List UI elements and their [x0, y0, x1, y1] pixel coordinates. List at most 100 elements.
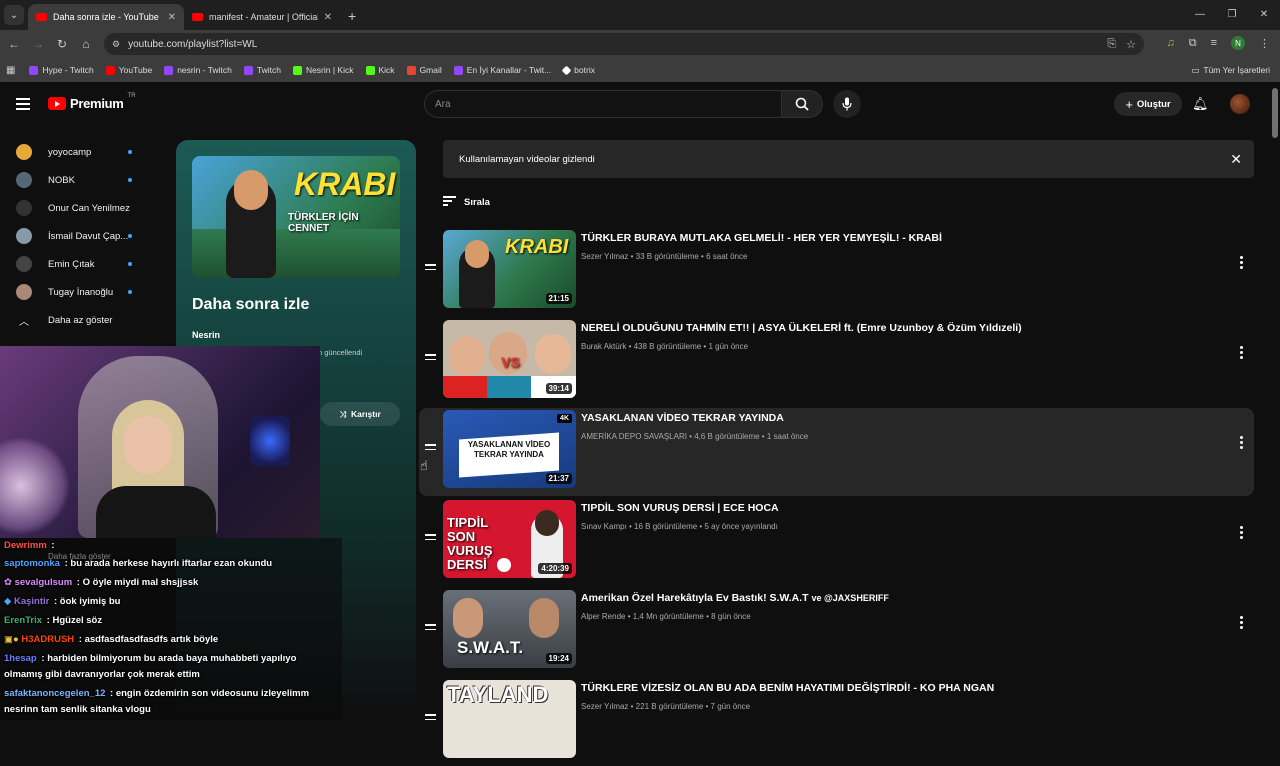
- playlist-owner[interactable]: Nesrin: [192, 330, 220, 340]
- video-thumbnail[interactable]: YASAKLANAN VİDEO TEKRAR YAYINDA 4K 21:37: [443, 410, 576, 488]
- browser-tab[interactable]: manifest - Amateur | Official M ✕: [184, 4, 340, 30]
- more-options-icon[interactable]: [1240, 436, 1244, 451]
- bookmark-item[interactable]: Kick: [365, 65, 395, 75]
- chat-message: ▣● H3ADRUSH : asdfasdfasdfasdfs artık bö…: [4, 634, 219, 645]
- video-row[interactable]: TAYLAND TÜRKLERE VİZESİZ OLAN BU ADA BEN…: [419, 678, 1254, 766]
- video-title[interactable]: YASAKLANAN VİDEO TEKRAR YAYINDA: [581, 412, 784, 424]
- video-thumbnail[interactable]: KRABI 21:15: [443, 230, 576, 308]
- more-options-icon[interactable]: [1240, 256, 1244, 271]
- sort-button[interactable]: Sırala: [443, 196, 490, 208]
- maximize-icon[interactable]: ❐: [1216, 0, 1248, 28]
- video-row[interactable]: VS 39:14 NERELİ OLDUĞUNU TAHMİN ET!! | A…: [419, 318, 1254, 406]
- close-window-icon[interactable]: ✕: [1248, 0, 1280, 28]
- close-icon[interactable]: ✕: [1230, 151, 1242, 168]
- video-row-hovered[interactable]: YASAKLANAN VİDEO TEKRAR YAYINDA 4K 21:37…: [419, 408, 1254, 496]
- tab-search-button[interactable]: ⌄: [4, 5, 24, 25]
- bookmark-item[interactable]: YouTube: [105, 65, 152, 75]
- sidebar-item-onur-can[interactable]: Onur Can Yenilmez: [0, 194, 160, 222]
- search-button[interactable]: [781, 90, 823, 118]
- profile-avatar[interactable]: N: [1231, 36, 1245, 50]
- all-bookmarks[interactable]: ▭ Tüm Yer İşaretleri: [1191, 65, 1270, 76]
- bookmark-item[interactable]: Gmail: [406, 65, 442, 75]
- create-button[interactable]: + Oluştur: [1114, 92, 1182, 116]
- microphone-icon: [842, 97, 852, 111]
- browser-tab-active[interactable]: Daha sonra izle - YouTube ✕: [28, 4, 184, 30]
- home-icon[interactable]: ⌂: [74, 37, 98, 51]
- video-row[interactable]: TIPDİL SON VURUŞ DERSİ 4:20:39 TIPDİL SO…: [419, 498, 1254, 586]
- extension-puzzle-icon[interactable]: ⧉: [1189, 37, 1197, 50]
- more-options-icon[interactable]: [1240, 346, 1244, 361]
- reading-list-icon[interactable]: ≡: [1211, 37, 1217, 49]
- bookmark-item[interactable]: Hype - Twitch: [29, 65, 94, 75]
- tab-close-icon[interactable]: ✕: [324, 12, 332, 23]
- account-avatar[interactable]: [1230, 94, 1250, 114]
- chat-user: ErenTrix: [4, 615, 43, 626]
- search-input[interactable]: Ara: [424, 90, 782, 118]
- more-options-icon[interactable]: [1240, 616, 1244, 631]
- botrix-icon: [561, 65, 572, 75]
- youtube-logo[interactable]: Premium TR: [48, 93, 136, 111]
- new-tab-button[interactable]: +: [348, 8, 356, 24]
- sidebar-item-tugay[interactable]: Tugay İnanoğlu: [0, 278, 160, 306]
- bookmark-item[interactable]: nesrin - Twitch: [164, 65, 232, 75]
- bookmark-item[interactable]: Nesrin | Kick: [292, 65, 354, 75]
- sidebar-item-yoyocamp[interactable]: yoyocamp: [0, 138, 160, 166]
- shuffle-button[interactable]: ⤨ Karıştır: [320, 402, 400, 426]
- video-thumbnail[interactable]: VS 39:14: [443, 320, 576, 398]
- drag-handle-icon[interactable]: [425, 444, 436, 453]
- decoration: [0, 436, 70, 536]
- playlist-thumbnail[interactable]: KRABI TÜRKLER İÇİN CENNET: [192, 156, 400, 278]
- page-scrollbar[interactable]: [1272, 88, 1278, 138]
- video-title[interactable]: TÜRKLER BURAYA MUTLAKA GELMELİ! - HER YE…: [581, 232, 942, 244]
- sidebar-item-nobk[interactable]: NOBK: [0, 166, 160, 194]
- video-title[interactable]: NERELİ OLDUĞUNU TAHMİN ET!! | ASYA ÜLKEL…: [581, 322, 1022, 334]
- live-dot: [128, 150, 132, 154]
- drag-handle-icon[interactable]: [425, 534, 436, 543]
- tab-title: manifest - Amateur | Official M: [209, 12, 318, 22]
- voice-search-button[interactable]: [833, 90, 861, 118]
- video-row[interactable]: S.W.A.T. 19:24 Amerikan Özel Harekâtıyla…: [419, 588, 1254, 676]
- sidebar-item-emin[interactable]: Emin Çıtak: [0, 250, 160, 278]
- bookmarks-bar: ▦ Hype - Twitch YouTube nesrin - Twitch …: [0, 58, 1280, 82]
- video-title[interactable]: TIPDİL SON VURUŞ DERSİ | ECE HOCA: [581, 502, 779, 514]
- bookmark-item[interactable]: Twitch: [243, 65, 281, 75]
- stream-chat-overlay: Daha fazla göster Dewrimm : saptomonka :…: [0, 538, 342, 720]
- channel-avatar: [16, 172, 32, 188]
- drag-handle-icon[interactable]: [425, 624, 436, 633]
- drag-handle-icon[interactable]: [425, 714, 436, 723]
- video-title[interactable]: TÜRKLERE VİZESİZ OLAN BU ADA BENİM HAYAT…: [581, 682, 994, 694]
- tab-close-icon[interactable]: ✕: [168, 12, 176, 23]
- drag-handle-icon[interactable]: [425, 264, 436, 273]
- reload-icon[interactable]: ↻: [50, 37, 74, 51]
- chat-message: safaktanoncegelen_12 : engin özdemirin s…: [4, 688, 310, 699]
- chat-user: saptomonka: [4, 558, 60, 569]
- more-options-icon[interactable]: [1240, 526, 1244, 541]
- apps-grid-icon[interactable]: ▦: [6, 65, 15, 76]
- bookmark-item[interactable]: En İyi Kanallar - Twit...: [453, 65, 551, 75]
- url-bar[interactable]: ⚙ youtube.com/playlist?list=WL ⎘ ☆: [104, 33, 1144, 55]
- drag-handle-icon[interactable]: [425, 354, 436, 363]
- notifications-bell-icon[interactable]: 🔔︎: [1192, 96, 1209, 112]
- back-icon[interactable]: ←: [2, 37, 26, 51]
- video-thumbnail[interactable]: TAYLAND: [443, 680, 576, 758]
- video-row[interactable]: KRABI 21:15 TÜRKLER BURAYA MUTLAKA GELME…: [419, 228, 1254, 316]
- bookmark-star-icon[interactable]: ☆: [1126, 38, 1136, 51]
- forward-icon[interactable]: →: [26, 37, 50, 51]
- bookmark-item[interactable]: botrix: [561, 65, 595, 75]
- sidebar-item-partial[interactable]: [0, 126, 160, 138]
- video-thumbnail[interactable]: TIPDİL SON VURUŞ DERSİ 4:20:39: [443, 500, 576, 578]
- video-thumbnail[interactable]: S.W.A.T. 19:24: [443, 590, 576, 668]
- menu-icon[interactable]: [16, 98, 30, 113]
- channel-avatar: [16, 200, 32, 216]
- 4k-badge: 4K: [557, 414, 572, 423]
- install-app-icon[interactable]: ⎘: [1107, 38, 1116, 51]
- video-title[interactable]: Amerikan Özel Harekâtıyla Ev Bastık! S.W…: [581, 592, 889, 604]
- media-icon[interactable]: ♫: [1166, 37, 1174, 49]
- badge-icon: ◆: [4, 596, 14, 607]
- thumb-text: KRABI: [294, 166, 396, 202]
- browser-menu-icon[interactable]: ⋮: [1259, 37, 1270, 50]
- sidebar-item-ismail[interactable]: İsmail Davut Çap...: [0, 222, 160, 250]
- show-less-button[interactable]: ︿ Daha az göster: [0, 306, 160, 334]
- minimize-icon[interactable]: —: [1184, 0, 1216, 28]
- site-info-icon[interactable]: ⚙: [112, 39, 120, 50]
